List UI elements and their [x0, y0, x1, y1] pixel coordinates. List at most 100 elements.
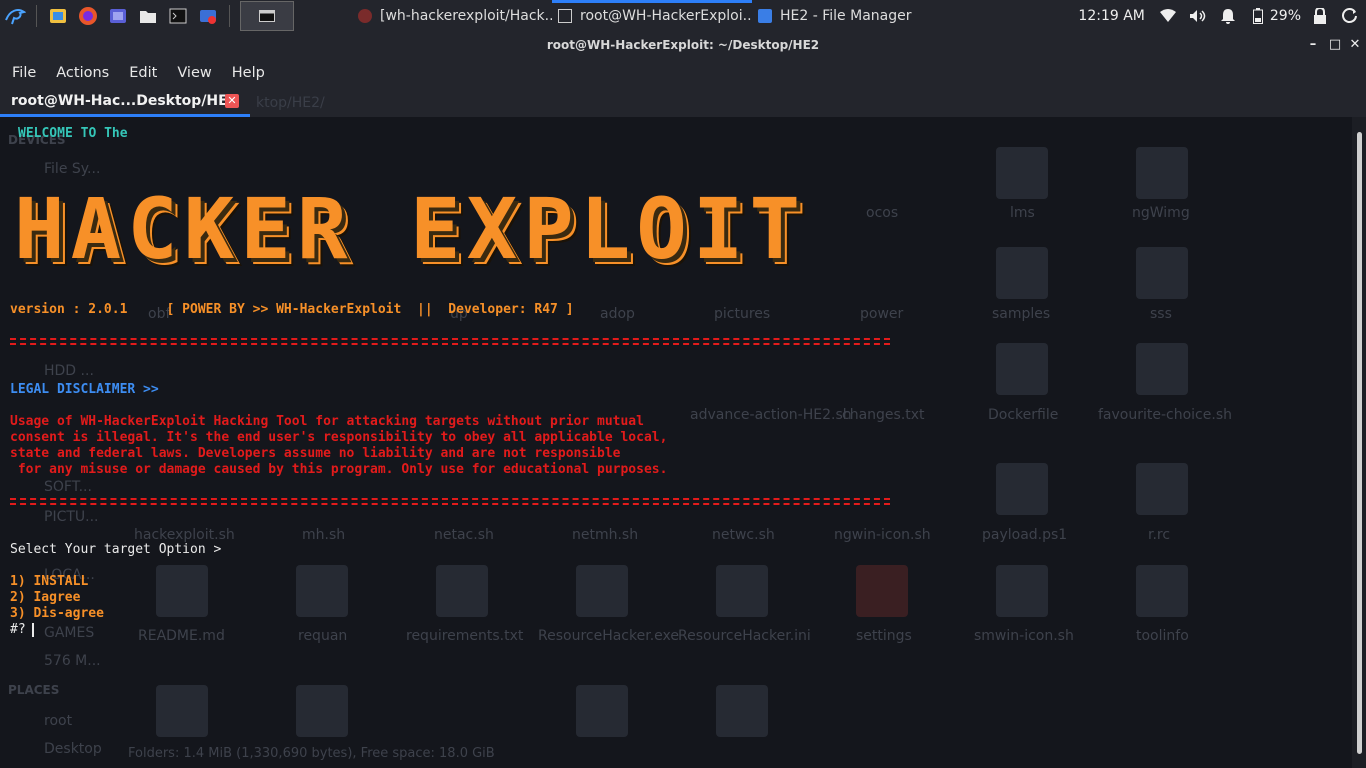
menu-view[interactable]: View — [177, 65, 211, 81]
sidebar-item: PICTU... — [44, 509, 99, 525]
top-panel: [wh-hackerexploit/Hack... root@WH-Hacker… — [0, 0, 1366, 31]
ghost-file-icon — [1136, 565, 1188, 617]
ghost-folder-icon — [996, 247, 1048, 299]
ghost-file-label: ResourceHacker.exe — [538, 628, 679, 644]
ghost-file-icon — [1136, 343, 1188, 395]
terminal-area[interactable]: DEVICES File Sy... HDD ... SOFT... PICTU… — [0, 117, 1352, 768]
ghost-file-icon — [576, 565, 628, 617]
input-prompt[interactable]: #? — [10, 622, 34, 637]
ghost-file-icon — [716, 685, 768, 737]
folder-small-icon — [758, 8, 772, 23]
folder-app-icon[interactable] — [137, 5, 159, 27]
task-browser[interactable]: [wh-hackerexploit/Hack... — [352, 0, 552, 31]
prompt-text: #? — [10, 622, 26, 637]
minimize-button[interactable]: – — [1302, 31, 1324, 59]
ghost-file-label: netac.sh — [434, 527, 494, 543]
terminal-tab[interactable]: root@WH-Hac...Desktop/HE2 — [0, 87, 250, 117]
disclaimer-title: LEGAL DISCLAIMER >> — [10, 382, 159, 397]
ghost-file-label: mh.sh — [302, 527, 346, 543]
ghost-file-label: r.rc — [1148, 527, 1171, 543]
firefox-icon[interactable] — [77, 5, 99, 27]
ghost-file-icon — [156, 685, 208, 737]
banner-text: HACKER EXPLOIT — [14, 180, 807, 278]
ghost-file-icon — [716, 565, 768, 617]
menu-file[interactable]: File — [12, 65, 36, 81]
menu-actions[interactable]: Actions — [56, 65, 109, 81]
hacker-exploit-banner: HACKER EXPLOIT — [14, 187, 806, 271]
ghost-file-label: netmh.sh — [572, 527, 639, 543]
task-label: [wh-hackerexploit/Hack... — [380, 7, 552, 24]
ghost-file-label: ocos — [866, 205, 899, 221]
option-agree: 2) Iagree — [10, 590, 81, 605]
ghost-file-label: requirements.txt — [406, 628, 524, 644]
ghost-file-icon — [996, 343, 1048, 395]
recorder-app-icon[interactable] — [197, 5, 219, 27]
menu-edit[interactable]: Edit — [129, 65, 157, 81]
firefox-small-icon — [358, 8, 372, 23]
text-cursor — [31, 622, 34, 637]
tab-bar: root@WH-Hac...Desktop/HE2 ✕ ktop/HE2/ — [0, 87, 1366, 117]
ghost-file-label: netwc.sh — [712, 527, 775, 543]
workspace-switcher[interactable] — [240, 0, 294, 31]
clock[interactable]: 12:19 AM — [1078, 8, 1144, 24]
sidebar-item: HDD ... — [44, 363, 94, 379]
lock-screen-icon[interactable] — [1310, 6, 1330, 26]
ghost-file-label: hackexploit.sh — [134, 527, 235, 543]
ghost-folder-icon — [1136, 147, 1188, 199]
sidebar-item: GAMES — [44, 625, 95, 641]
ghost-file-icon — [856, 565, 908, 617]
red-divider — [10, 498, 890, 505]
sidebar-item: root — [44, 713, 73, 729]
ghost-file-icon — [996, 463, 1048, 515]
welcome-text: WELCOME TO The — [18, 126, 128, 141]
sidebar-item: Desktop — [44, 741, 102, 757]
disclaimer-line: consent is illegal. It's the end user's … — [10, 430, 668, 445]
power-icon[interactable] — [1340, 6, 1360, 26]
terminal-app-icon[interactable] — [167, 5, 189, 27]
system-tray: 12:19 AM 29% — [1078, 0, 1366, 31]
ghost-folder-icon — [996, 147, 1048, 199]
ghost-file-label: favourite-choice.sh — [1098, 407, 1232, 423]
ghost-file-label: ngwin-icon.sh — [834, 527, 931, 543]
ghost-file-label: power — [860, 306, 904, 322]
menu-help[interactable]: Help — [232, 65, 265, 81]
wifi-icon[interactable] — [1158, 6, 1178, 26]
ghost-folder-icon — [1136, 247, 1188, 299]
panel-separator — [229, 4, 230, 27]
ghost-file-label: smwin-icon.sh — [974, 628, 1074, 644]
task-label: HE2 - File Manager — [780, 7, 912, 24]
screenshot-app-icon[interactable] — [107, 5, 129, 27]
notification-bell-icon[interactable] — [1218, 6, 1238, 26]
ghost-file-label: toolinfo — [1136, 628, 1189, 644]
ghost-file-label: advance-action-HE2.sh — [690, 407, 852, 423]
volume-icon[interactable] — [1188, 6, 1208, 26]
option-disagree: 3) Dis-agree — [10, 606, 104, 621]
window-title: root@WH-HackerExploit: ~/Desktop/HE2 — [546, 38, 820, 52]
battery-icon[interactable] — [1248, 6, 1268, 26]
ghost-file-label: README.md — [138, 628, 225, 644]
option-install: 1) INSTALL — [10, 574, 89, 589]
version-line: version : 2.0.1 [ POWER BY >> WH-HackerE… — [10, 302, 574, 317]
sidebar-item: SOFT... — [44, 479, 92, 495]
files-app-icon[interactable] — [47, 5, 69, 27]
ghost-file-icon — [296, 565, 348, 617]
red-divider — [10, 338, 890, 345]
disclaimer-line: state and federal laws. Developers assum… — [10, 446, 621, 461]
terminal-small-icon — [558, 8, 572, 23]
close-tab-icon[interactable]: ✕ — [225, 94, 239, 108]
ghost-file-icon — [156, 565, 208, 617]
ghost-file-label: sss — [1150, 306, 1172, 322]
ghost-file-label: settings — [856, 628, 912, 644]
ghost-file-label: lms — [1010, 205, 1035, 221]
task-label: root@WH-HackerExploi... — [580, 7, 752, 24]
scrollbar-thumb[interactable] — [1357, 132, 1362, 754]
task-file-manager[interactable]: HE2 - File Manager — [752, 0, 942, 31]
ghost-file-label: pictures — [714, 306, 771, 322]
maximize-button[interactable]: □ — [1324, 31, 1346, 59]
menu-bar: File Actions Edit View Help — [0, 59, 1366, 87]
window-titlebar[interactable]: root@WH-HackerExploit: ~/Desktop/HE2 – □… — [0, 31, 1366, 59]
task-terminal[interactable]: root@WH-HackerExploi... — [552, 0, 752, 31]
kali-menu-icon[interactable] — [4, 5, 26, 27]
close-window-button[interactable]: ✕ — [1344, 31, 1366, 59]
ghost-file-label: adop — [600, 306, 635, 322]
